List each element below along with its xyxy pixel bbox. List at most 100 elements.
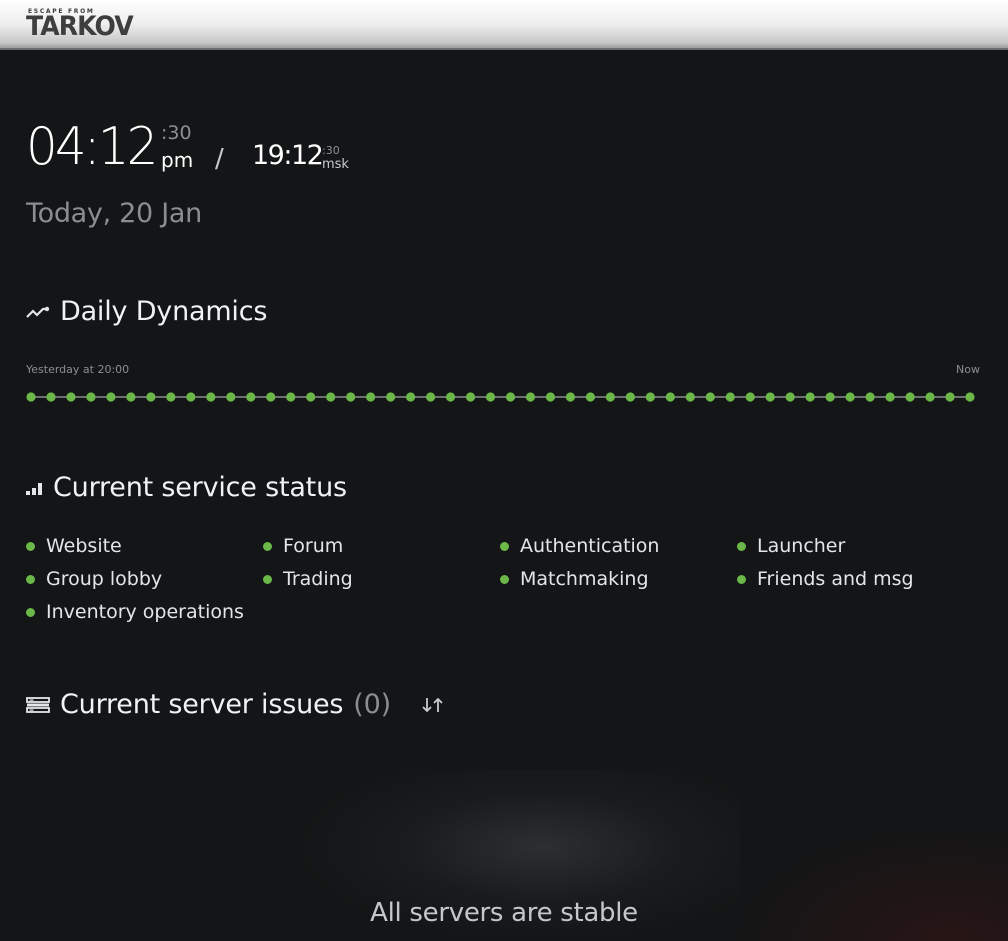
timeline-point[interactable] [685,392,695,402]
site-header: ESCAPE FROM TARKOV [0,0,1008,50]
timeline-point[interactable] [905,392,915,402]
ampm-label: pm [161,148,194,172]
server-list-icon [26,696,50,713]
timeline-point[interactable] [625,392,635,402]
status-dot-icon [263,541,272,551]
timeline-point[interactable] [465,392,476,402]
service-status-item: Inventory operations [26,601,244,623]
server-issues-title: Current server issues [60,689,344,720]
timeline-point[interactable] [965,392,975,402]
service-status-heading: Current service status [26,472,347,503]
timeline-point[interactable] [266,392,276,402]
status-dot-icon [737,541,746,551]
msk-label: msk [322,157,349,172]
timeline-point[interactable] [765,392,775,402]
status-dot-icon [737,574,746,584]
service-status-item: Matchmaking [500,568,649,590]
status-dot-icon [26,574,35,584]
trend-line-icon [26,304,50,320]
daily-dynamics-heading: Daily Dynamics [26,296,267,327]
sort-arrows-icon[interactable] [421,696,445,714]
service-label: Matchmaking [520,568,649,590]
service-status-title: Current service status [53,472,347,503]
timeline-point[interactable] [146,392,156,402]
time-separator: / [215,144,224,174]
service-label: Authentication [520,535,660,557]
service-label: Group lobby [46,568,163,590]
timeline-point[interactable] [705,392,715,402]
service-status-item: Group lobby [26,568,162,590]
service-label: Website [46,535,122,557]
timeline-point[interactable] [46,392,56,402]
service-label: Launcher [757,535,846,557]
servers-stable-message: All servers are stable [370,898,638,928]
timeline-point[interactable] [745,392,755,402]
timeline-point[interactable] [366,392,376,402]
service-status-item: Authentication [500,535,659,557]
timeline-point[interactable] [86,392,96,402]
timeline-point[interactable] [525,392,536,402]
timeline-point[interactable] [885,392,895,402]
timeline-point[interactable] [605,392,615,402]
timeline-point[interactable] [406,392,416,402]
service-status-item: Trading [263,568,353,590]
timeline-point[interactable] [505,392,516,402]
timeline-end-label: Now [956,363,980,376]
service-status-item: Forum [263,535,343,557]
timeline-point[interactable] [346,392,356,402]
server-issues-count: (0) [353,689,391,720]
timeline-point[interactable] [246,392,256,402]
timeline-point[interactable] [585,392,596,402]
service-label: Forum [283,535,344,557]
timeline-point[interactable] [565,392,576,402]
service-status-item: Launcher [737,535,845,557]
service-label: Friends and msg [757,568,914,590]
logo-big-text: TARKOV [26,11,134,42]
server-issues-heading: Current server issues (0) [26,689,445,720]
timeline-point[interactable] [945,392,955,402]
service-label: Trading [283,568,353,590]
timeline-point[interactable] [785,392,795,402]
status-dot-icon [263,574,272,584]
service-status-item: Friends and msg [737,568,914,590]
service-label: Inventory operations [46,601,244,623]
daily-dynamics-timeline [26,392,975,402]
msk-seconds: :30 [322,144,340,157]
timeline-point[interactable] [206,392,216,402]
timeline-point[interactable] [825,392,835,402]
local-seconds: :30 [161,122,192,144]
timeline-point[interactable] [845,392,855,402]
timeline-point[interactable] [126,392,136,402]
timeline-point[interactable] [166,392,176,402]
timeline-point[interactable] [485,392,496,402]
current-date: Today, 20 Jan [26,198,202,229]
timeline-point[interactable] [286,392,296,402]
timeline-point[interactable] [106,392,116,402]
local-time: 04:12 [26,117,158,177]
msk-time: 19:12 [252,140,324,171]
timeline-point[interactable] [186,392,196,402]
daily-dynamics-title: Daily Dynamics [60,296,268,327]
timeline-point[interactable] [545,392,556,402]
timeline-point[interactable] [425,392,436,402]
timeline-point[interactable] [665,392,675,402]
timeline-point[interactable] [226,392,236,402]
timeline-point[interactable] [66,392,76,402]
timeline-point[interactable] [865,392,875,402]
timeline-point[interactable] [445,392,456,402]
status-dot-icon [500,574,509,584]
status-dot-icon [500,541,509,551]
tarkov-logo[interactable]: ESCAPE FROM TARKOV [26,8,134,42]
timeline-point[interactable] [645,392,655,402]
signal-bars-icon [26,481,43,495]
status-dot-icon [26,541,35,551]
timeline-point[interactable] [725,392,735,402]
timeline-point[interactable] [26,392,36,402]
timeline-point[interactable] [386,392,396,402]
timeline-point[interactable] [805,392,815,402]
timeline-point[interactable] [306,392,316,402]
service-status-item: Website [26,535,122,557]
timeline-point[interactable] [326,392,336,402]
timeline-start-label: Yesterday at 20:00 [26,363,130,376]
timeline-point[interactable] [925,392,935,402]
